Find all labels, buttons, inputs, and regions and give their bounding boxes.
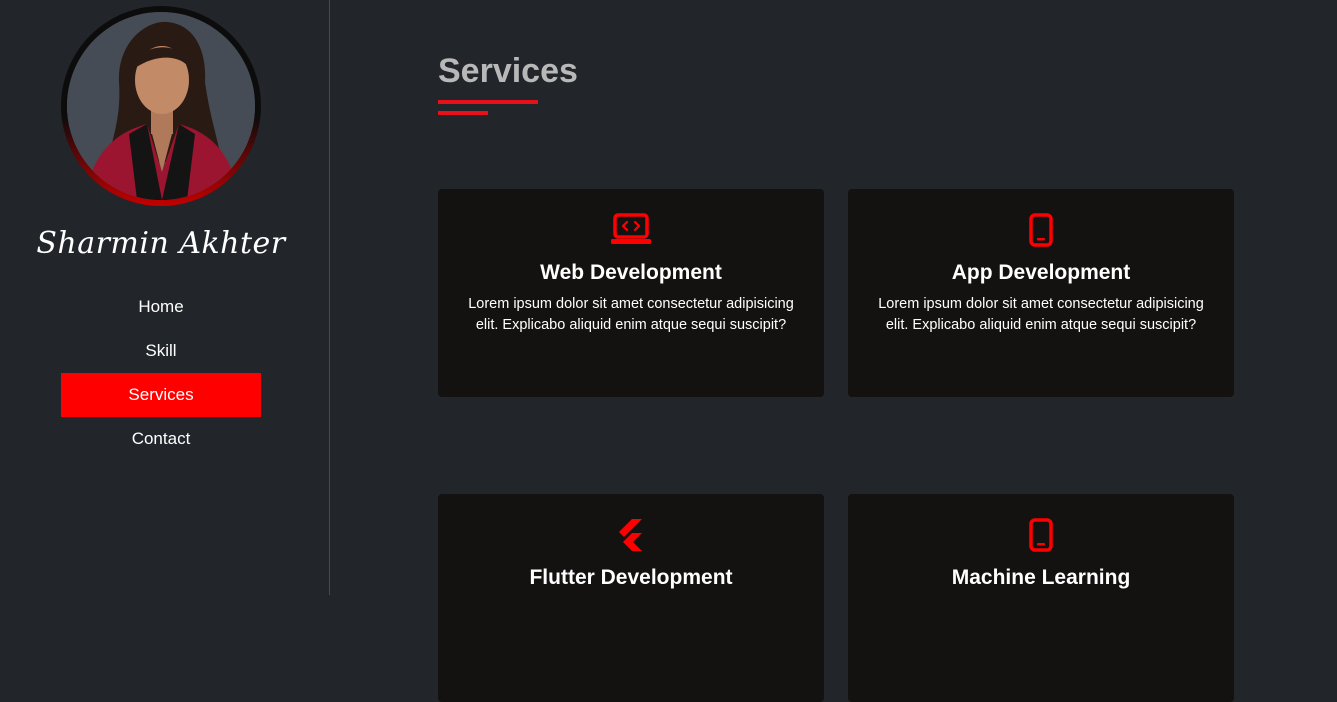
laptop-code-icon [438, 213, 824, 247]
mobile-phone-icon [848, 213, 1234, 247]
title-underline-long [438, 100, 538, 104]
avatar [61, 6, 261, 206]
card-title: Flutter Development [529, 566, 733, 589]
page-title: Services [438, 52, 578, 90]
service-card-web-development: Web Development Lorem ipsum dolor sit am… [438, 189, 824, 397]
card-title: Web Development [540, 261, 722, 284]
nav-item-home[interactable]: Home [61, 285, 261, 329]
sidebar-nav: Home Skill Services Contact [61, 285, 261, 461]
nav-item-contact[interactable]: Contact [61, 417, 261, 461]
service-card-flutter-development: Flutter Development [438, 494, 824, 702]
nav-item-skill[interactable]: Skill [61, 329, 261, 373]
owner-name: Sharmin Akhter [36, 226, 286, 261]
card-title: Machine Learning [951, 566, 1131, 589]
main-content: Services Web Development Lorem ipsum dol… [330, 0, 1337, 702]
service-card-app-development: App Development Lorem ipsum dolor sit am… [848, 189, 1234, 397]
title-underline-short [438, 111, 488, 115]
mobile-phone-icon [848, 518, 1234, 552]
service-card-machine-learning: Machine Learning [848, 494, 1234, 702]
card-title: App Development [951, 261, 1131, 284]
card-description: Lorem ipsum dolor sit amet consectetur a… [878, 296, 1204, 333]
card-description: Lorem ipsum dolor sit amet consectetur a… [468, 296, 794, 333]
profile-photo-illustration [67, 12, 255, 200]
nav-item-services[interactable]: Services [61, 373, 261, 417]
sidebar: Sharmin Akhter Home Skill Services Conta… [0, 0, 330, 595]
profile-photo [67, 12, 255, 200]
flutter-icon [438, 518, 824, 552]
